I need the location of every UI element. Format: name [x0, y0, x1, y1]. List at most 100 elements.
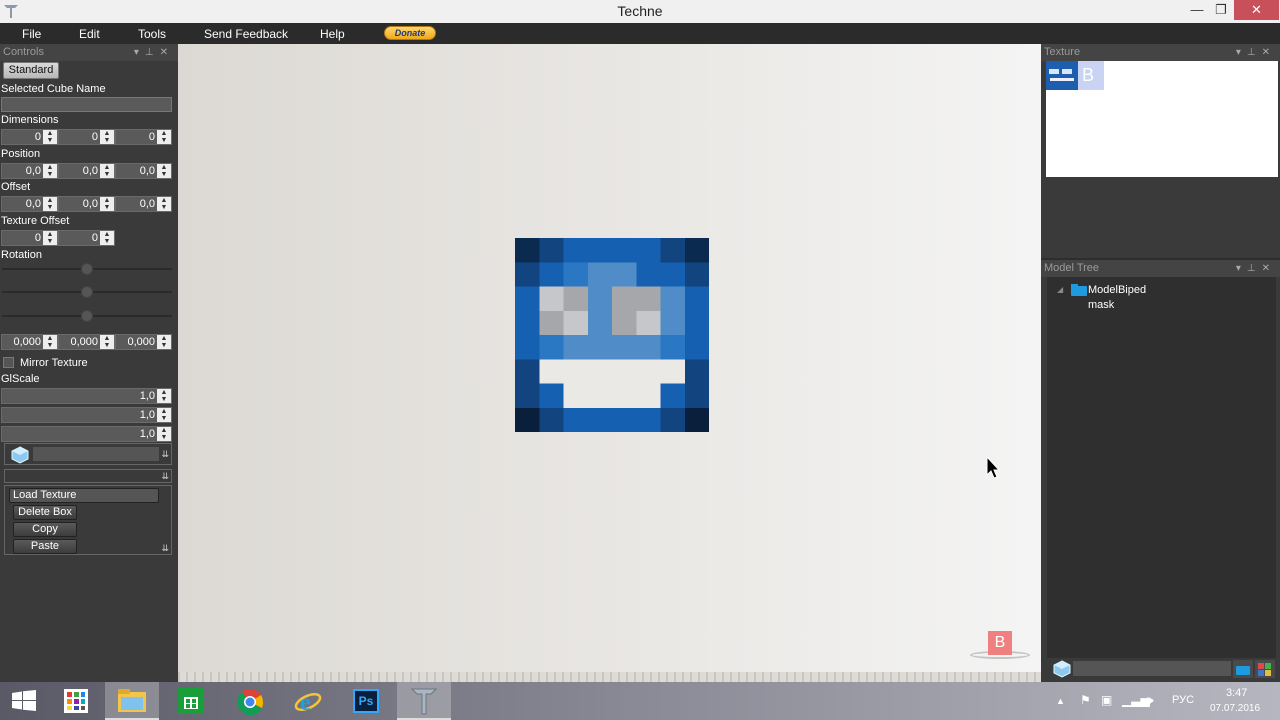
spinner-arrows-icon[interactable]: ▲ ▼ [157, 130, 171, 144]
close-icon[interactable]: ✕ [160, 47, 174, 58]
menu-send-feedback[interactable]: Send Feedback [204, 27, 288, 41]
dimension-y-field[interactable]: 0 ▲ ▼ [58, 129, 115, 145]
spinner-arrows-icon[interactable]: ▲ ▼ [157, 427, 171, 441]
show-hidden-icons-icon[interactable]: ▲ [1056, 696, 1065, 706]
dropdown-icon[interactable]: ▾ [1236, 263, 1247, 274]
position-x-field[interactable]: 0,0 ▲ ▼ [1, 163, 58, 179]
paste-button[interactable]: Paste [13, 539, 77, 554]
spinner-arrows-icon[interactable]: ▲ ▼ [157, 197, 171, 211]
delete-box-button[interactable]: Delete Box [13, 505, 77, 520]
clock-date[interactable]: 07.07.2016 [1210, 703, 1260, 714]
start-button[interactable] [0, 682, 54, 720]
selected-cube-name-label: Selected Cube Name [1, 83, 106, 95]
mask-pixel [612, 262, 637, 287]
spinner-arrows-icon[interactable]: ▲ ▼ [43, 335, 57, 349]
dropdown-icon[interactable]: ▾ [1236, 47, 1247, 58]
taskbar-internet-explorer[interactable]: e [281, 682, 335, 720]
input-language[interactable]: РУС [1172, 694, 1194, 706]
cube-name-input[interactable] [1, 97, 172, 112]
spinner-arrows-icon[interactable]: ▲ ▼ [43, 130, 57, 144]
rotation-z-field[interactable]: 0,000 ▲ ▼ [115, 334, 172, 350]
close-icon[interactable]: ✕ [1262, 263, 1276, 274]
volume-icon[interactable]: 🕪 [1146, 693, 1154, 708]
spinner-arrows-icon[interactable]: ▲ ▼ [43, 197, 57, 211]
copy-button[interactable]: Copy [13, 522, 77, 537]
3d-viewport[interactable]: B [178, 44, 1041, 682]
cube-icon[interactable] [1053, 660, 1071, 678]
overflow-chevron-icon[interactable]: ⇊ [161, 449, 169, 460]
position-z-field[interactable]: 0,0 ▲ ▼ [115, 163, 172, 179]
mask-pixel [515, 383, 540, 408]
dimension-x-field[interactable]: 0 ▲ ▼ [1, 129, 58, 145]
offset-x-field[interactable]: 0,0 ▲ ▼ [1, 196, 58, 212]
spinner-arrows-icon[interactable]: ▲ ▼ [100, 231, 114, 245]
pin-icon[interactable]: ⊥ [145, 47, 160, 58]
spinner-arrows-icon[interactable]: ▲ ▼ [43, 231, 57, 245]
clock-time[interactable]: 3:47 [1226, 687, 1247, 699]
add-shape-icon[interactable] [1255, 660, 1275, 678]
offset-y-field[interactable]: 0,0 ▲ ▼ [58, 196, 115, 212]
mask-pixel [636, 335, 661, 360]
spinner-arrows-icon[interactable]: ▲ ▼ [157, 389, 171, 403]
donate-button[interactable]: Donate [384, 26, 436, 40]
mask-pixel [563, 238, 588, 263]
expand-arrow-icon[interactable]: ◢ [1057, 285, 1063, 294]
spinner-arrows-icon[interactable]: ▲ ▼ [43, 164, 57, 178]
spinner-arrows-icon[interactable]: ▲ ▼ [157, 408, 171, 422]
add-folder-icon[interactable] [1233, 660, 1253, 678]
rotation-y-field[interactable]: 0,000 ▲ ▼ [58, 334, 115, 350]
rotation-x-field[interactable]: 0,000 ▲ ▼ [1, 334, 58, 350]
close-button[interactable]: ✕ [1234, 0, 1279, 20]
taskbar-chrome[interactable] [223, 682, 277, 720]
maximize-button[interactable]: ❐ [1206, 0, 1236, 20]
spinner-arrows-icon[interactable]: ▲ ▼ [100, 130, 114, 144]
cube-icon[interactable] [11, 446, 29, 464]
taskbar-techne[interactable] [397, 682, 451, 720]
mask-pixel [684, 286, 709, 311]
glscale-x-field[interactable]: 1,0 ▲ ▼ [1, 388, 172, 404]
dimension-z-field[interactable]: 0 ▲ ▼ [115, 129, 172, 145]
rotation-x-knob[interactable] [81, 263, 93, 275]
spinner-arrows-icon[interactable]: ▲ ▼ [157, 164, 171, 178]
taskbar-photoshop[interactable]: Ps [339, 682, 393, 720]
menu-edit[interactable]: Edit [79, 27, 100, 41]
taskbar-store-tiles[interactable] [49, 682, 103, 720]
mirror-texture-checkbox[interactable] [3, 357, 14, 368]
texture-canvas[interactable]: B [1046, 61, 1278, 177]
axis-gizmo-label[interactable]: B [988, 631, 1012, 655]
close-icon[interactable]: ✕ [1262, 47, 1276, 58]
tree-item-modelbiped[interactable]: ModelBiped [1088, 284, 1146, 296]
texture-offset-x-field[interactable]: 0 ▲ ▼ [1, 230, 58, 246]
spinner-arrows-icon[interactable]: ▲ ▼ [100, 335, 114, 349]
rotation-y-knob[interactable] [81, 286, 93, 298]
tree-item-mask[interactable]: mask [1088, 299, 1114, 311]
overflow-chevron-icon[interactable]: ⇊ [161, 543, 169, 554]
spinner-arrows-icon[interactable]: ▲ ▼ [100, 197, 114, 211]
spinner-arrows-icon[interactable]: ▲ ▼ [100, 164, 114, 178]
position-y-field[interactable]: 0,0 ▲ ▼ [58, 163, 115, 179]
model-tree-header: Model Tree ▾⊥✕ [1041, 260, 1280, 277]
glscale-z-field[interactable]: 1,0 ▲ ▼ [1, 426, 172, 442]
action-center-flag-icon[interactable]: ⚑ [1080, 693, 1091, 707]
menu-tools[interactable]: Tools [138, 27, 166, 41]
pin-icon[interactable]: ⊥ [1247, 263, 1262, 274]
overflow-chevron-icon[interactable]: ⇊ [161, 471, 169, 482]
spinner-arrows-icon[interactable]: ▲ ▼ [157, 335, 171, 349]
mask-pixel [612, 383, 637, 408]
mask-pixel [563, 383, 588, 408]
pin-icon[interactable]: ⊥ [1247, 47, 1262, 58]
offset-x-value: 0,0 [25, 198, 41, 210]
power-icon[interactable]: ▣ [1101, 693, 1112, 707]
menu-file[interactable]: File [22, 27, 41, 41]
rotation-z-knob[interactable] [81, 310, 93, 322]
mask-model[interactable] [515, 238, 709, 432]
load-texture-button[interactable]: Load Texture [9, 488, 159, 503]
standard-mode-button[interactable]: Standard [3, 62, 59, 79]
offset-z-field[interactable]: 0,0 ▲ ▼ [115, 196, 172, 212]
glscale-y-field[interactable]: 1,0 ▲ ▼ [1, 407, 172, 423]
dropdown-icon[interactable]: ▾ [134, 47, 145, 58]
taskbar-file-explorer[interactable] [105, 682, 159, 720]
menu-help[interactable]: Help [320, 27, 345, 41]
texture-offset-y-field[interactable]: 0 ▲ ▼ [58, 230, 115, 246]
taskbar-windows-store[interactable] [164, 682, 218, 720]
